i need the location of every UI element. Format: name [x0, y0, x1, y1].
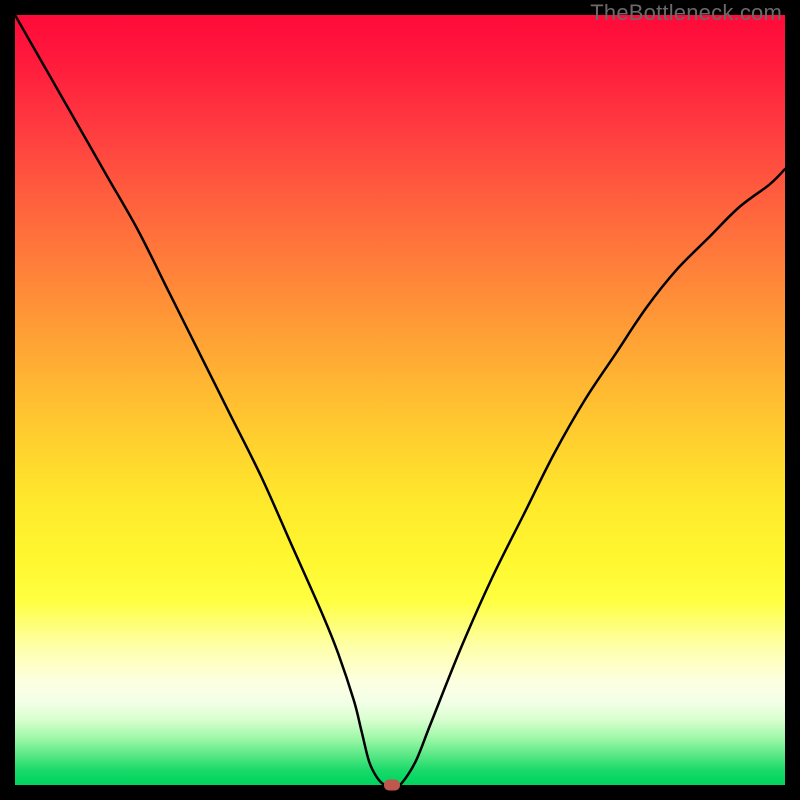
chart-frame: TheBottleneck.com: [0, 0, 800, 800]
bottleneck-curve: [15, 15, 785, 785]
optimal-marker: [384, 780, 400, 791]
plot-area: [15, 15, 785, 785]
watermark-text: TheBottleneck.com: [590, 0, 782, 26]
